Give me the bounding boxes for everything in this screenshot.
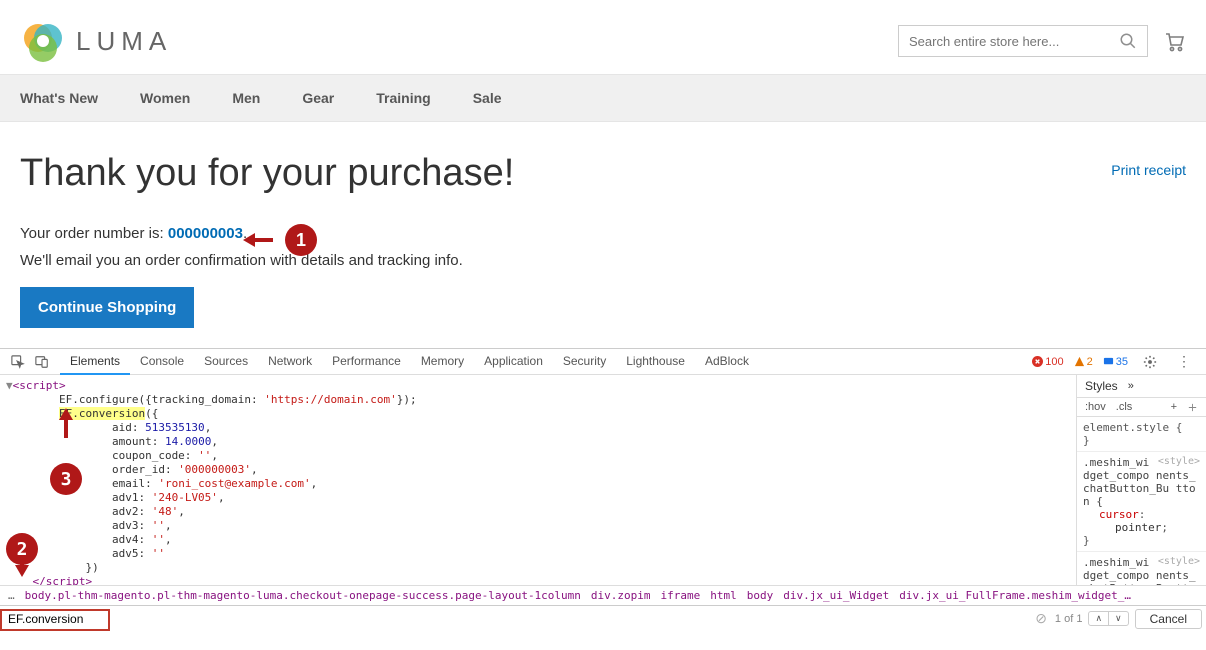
devtools-tab-network[interactable]: Network	[258, 349, 322, 375]
code-line: adv3: '',	[6, 519, 1076, 533]
find-clear-icon[interactable]: ⊘	[1035, 610, 1047, 627]
style-rule[interactable]: <style> .meshim_wi dget_compo nents_chat…	[1077, 452, 1206, 552]
devtools-tab-lighthouse[interactable]: Lighthouse	[616, 349, 695, 375]
order-number-line: Your order number is: 000000003.	[20, 225, 1186, 242]
more-icon[interactable]: ⋮	[1172, 349, 1196, 374]
device-toggle-icon[interactable]	[30, 351, 54, 373]
code-line: ▼<script>	[6, 379, 1076, 393]
luma-logo-icon	[20, 18, 66, 64]
code-line: email: 'roni_cost@example.com',	[6, 477, 1076, 491]
code-line: amount: 14.0000,	[6, 435, 1076, 449]
find-bar: ⊘ 1 of 1 ∧ ∨ Cancel	[0, 605, 1206, 631]
styles-panel: Styles » :hov .cls + element.style { } <…	[1076, 375, 1206, 585]
code-line: EF.conversion({	[6, 407, 1076, 421]
main-nav: What's New Women Men Gear Training Sale	[0, 74, 1206, 122]
nav-sale[interactable]: Sale	[473, 75, 502, 121]
brand-name: LUMA	[76, 26, 172, 57]
pin-icon[interactable]	[1187, 402, 1198, 413]
crumb-item[interactable]: div.zopim	[591, 589, 651, 602]
settings-icon[interactable]	[1138, 351, 1162, 373]
style-rule[interactable]: <style> .meshim_wi dget_compo nents_chat…	[1077, 552, 1206, 585]
error-count-badge[interactable]: 100	[1032, 356, 1063, 368]
devtools-tab-memory[interactable]: Memory	[411, 349, 474, 375]
nav-gear[interactable]: Gear	[302, 75, 334, 121]
find-result-count: 1 of 1	[1055, 613, 1083, 625]
crumb-item[interactable]: div.jx_ui_Widget	[783, 589, 889, 602]
crumb-item[interactable]: iframe	[661, 589, 701, 602]
devtools-tabs: Elements Console Sources Network Perform…	[60, 349, 759, 375]
code-line: EF.configure({tracking_domain: 'https://…	[6, 393, 1076, 407]
search-box[interactable]	[898, 25, 1148, 57]
page-title: Thank you for your purchase!	[20, 152, 1186, 195]
code-line: </script>	[6, 575, 1076, 585]
search-input[interactable]	[909, 34, 1119, 49]
site-header: LUMA	[0, 0, 1206, 74]
nav-men[interactable]: Men	[232, 75, 260, 121]
nav-women[interactable]: Women	[140, 75, 190, 121]
more-tabs-icon[interactable]: »	[1128, 380, 1134, 392]
warning-count-badge[interactable]: 2	[1074, 356, 1093, 368]
brand-logo[interactable]: LUMA	[20, 18, 172, 64]
page-body: Print receipt Thank you for your purchas…	[0, 122, 1206, 348]
annotation-marker-2: 2	[6, 533, 38, 565]
continue-shopping-button[interactable]: Continue Shopping	[20, 287, 194, 328]
find-prev-button[interactable]: ∧	[1089, 612, 1109, 625]
style-rule[interactable]: element.style { }	[1077, 417, 1206, 452]
code-line: adv4: '',	[6, 533, 1076, 547]
print-receipt-link[interactable]: Print receipt	[1111, 162, 1186, 178]
search-icon[interactable]	[1119, 32, 1137, 50]
crumb-item[interactable]: div.jx_ui_FullFrame.meshim_widget_…	[899, 589, 1131, 602]
message-count-badge[interactable]: 35	[1103, 356, 1128, 368]
devtools-panel: Elements Console Sources Network Perform…	[0, 348, 1206, 631]
cart-icon[interactable]	[1162, 30, 1186, 52]
hov-toggle[interactable]: :hov	[1085, 401, 1106, 413]
styles-tab[interactable]: Styles	[1085, 379, 1118, 393]
devtools-toolbar: Elements Console Sources Network Perform…	[0, 349, 1206, 375]
order-number-link[interactable]: 000000003	[168, 225, 243, 242]
find-next-button[interactable]: ∨	[1109, 612, 1128, 625]
devtools-tab-application[interactable]: Application	[474, 349, 553, 375]
nav-whats-new[interactable]: What's New	[20, 75, 98, 121]
elements-source-panel[interactable]: 3 ▼<script> EF.configure({tracking_domai…	[0, 375, 1076, 585]
nav-training[interactable]: Training	[376, 75, 430, 121]
inspect-element-icon[interactable]	[6, 351, 30, 373]
annotation-marker-1: 1	[285, 224, 317, 256]
devtools-tab-performance[interactable]: Performance	[322, 349, 411, 375]
annotation-marker-3: 3	[50, 463, 82, 495]
find-cancel-button[interactable]: Cancel	[1135, 609, 1202, 629]
cls-toggle[interactable]: .cls	[1116, 401, 1133, 413]
devtools-tab-adblock[interactable]: AdBlock	[695, 349, 759, 375]
crumb-item[interactable]: body	[747, 589, 774, 602]
code-line: coupon_code: '',	[6, 449, 1076, 463]
devtools-tab-sources[interactable]: Sources	[194, 349, 258, 375]
confirmation-text: We'll email you an order confirmation wi…	[20, 252, 1186, 269]
code-line: adv5: ''	[6, 547, 1076, 561]
crumb-item[interactable]: html	[710, 589, 737, 602]
dom-breadcrumb[interactable]: … body.pl-thm-magento.pl-thm-magento-lum…	[0, 585, 1206, 605]
add-rule-icon[interactable]: +	[1171, 401, 1177, 413]
find-input[interactable]	[4, 610, 1035, 628]
code-line: adv2: '48',	[6, 505, 1076, 519]
code-line: order_id: '000000003',	[6, 463, 1076, 477]
crumb-item[interactable]: body.pl-thm-magento.pl-thm-magento-luma.…	[25, 589, 581, 602]
devtools-tab-security[interactable]: Security	[553, 349, 616, 375]
devtools-tab-console[interactable]: Console	[130, 349, 194, 375]
devtools-tab-elements[interactable]: Elements	[60, 349, 130, 375]
code-line: adv1: '240-LV05',	[6, 491, 1076, 505]
code-line: aid: 513535130,	[6, 421, 1076, 435]
code-line: })	[6, 561, 1076, 575]
